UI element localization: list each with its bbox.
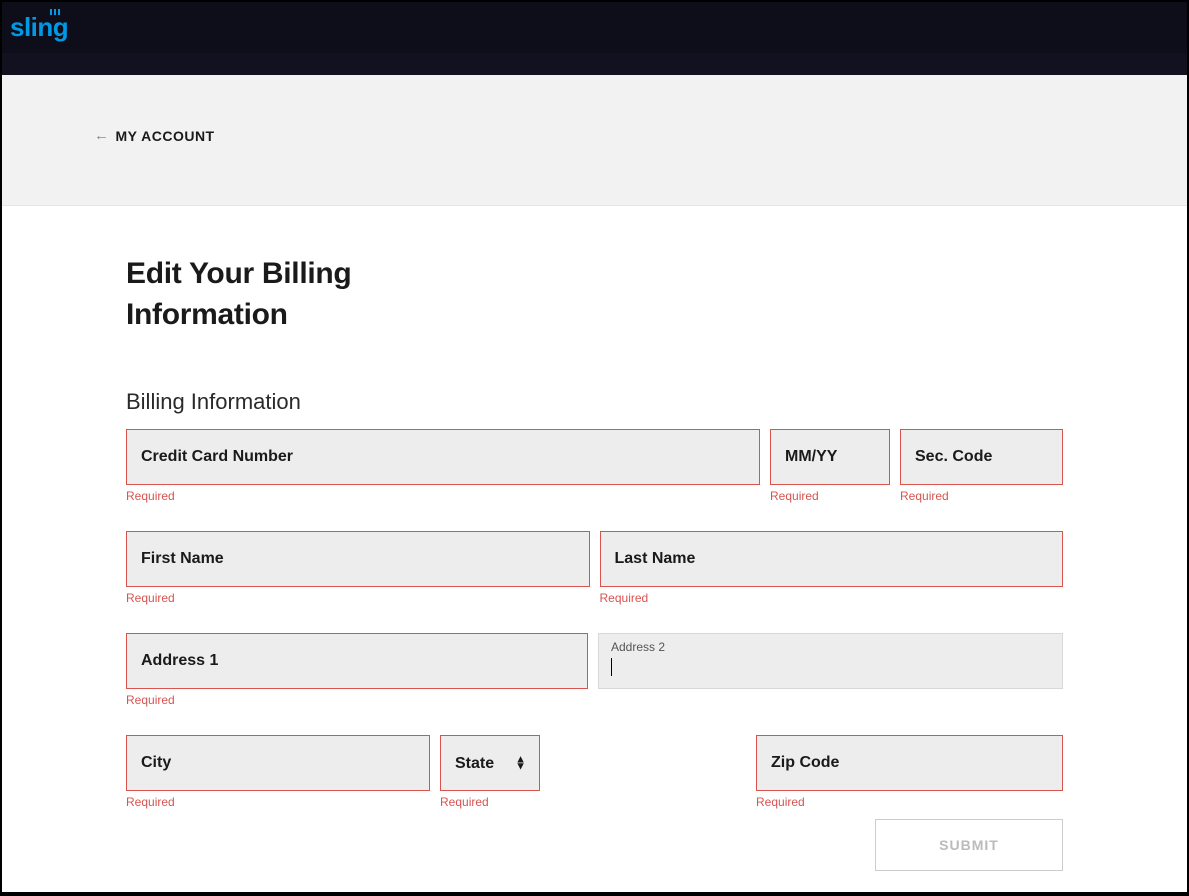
- fname-field-wrap: Required: [126, 531, 590, 587]
- addr1-error: Required: [126, 693, 175, 707]
- fname-error: Required: [126, 591, 175, 605]
- breadcrumb-label: MY ACCOUNT: [116, 128, 215, 144]
- addr2-field-wrap[interactable]: Address 2: [598, 633, 1063, 689]
- form-row-address: Required Address 2: [126, 633, 1063, 689]
- cc-input[interactable]: [126, 429, 760, 485]
- lname-error: Required: [600, 591, 649, 605]
- exp-input[interactable]: [770, 429, 890, 485]
- app-frame: sling ← MY ACCOUNT Edit Your Billing Inf…: [2, 2, 1187, 892]
- spacer: [550, 735, 746, 791]
- state-select[interactable]: State: [440, 735, 540, 791]
- addr1-field-wrap: Required: [126, 633, 588, 689]
- page-title: Edit Your Billing Information: [126, 254, 476, 335]
- form-row-city-state-zip: Required State ▲▼ Required Required: [126, 735, 1063, 791]
- zip-input[interactable]: [756, 735, 1063, 791]
- state-field-wrap: State ▲▼ Required: [440, 735, 540, 791]
- section-title: Billing Information: [126, 389, 1063, 415]
- fname-input[interactable]: [126, 531, 590, 587]
- form-row-card: Required Required Required: [126, 429, 1063, 485]
- sec-field-wrap: Required: [900, 429, 1063, 485]
- state-error: Required: [440, 795, 489, 809]
- lname-input[interactable]: [600, 531, 1064, 587]
- arrow-left-icon: ←: [94, 127, 110, 144]
- state-select-wrap: State ▲▼: [440, 735, 540, 791]
- sec-error: Required: [900, 489, 949, 503]
- form-row-name: Required Required: [126, 531, 1063, 587]
- addr1-input[interactable]: [126, 633, 588, 689]
- content: Edit Your Billing Information Billing In…: [2, 206, 1187, 891]
- top-bar: sling: [2, 2, 1187, 53]
- city-field-wrap: Required: [126, 735, 430, 791]
- city-error: Required: [126, 795, 175, 809]
- brand-logo[interactable]: sling: [10, 12, 68, 43]
- breadcrumb-back-link[interactable]: ← MY ACCOUNT: [94, 127, 215, 144]
- breadcrumb-area: ← MY ACCOUNT: [2, 75, 1187, 206]
- lname-field-wrap: Required: [600, 531, 1064, 587]
- submit-row: SUBMIT: [126, 819, 1063, 871]
- zip-field-wrap: Required: [756, 735, 1063, 791]
- submit-button[interactable]: SUBMIT: [875, 819, 1063, 871]
- addr2-label: Address 2: [611, 640, 1050, 654]
- cc-field-wrap: Required: [126, 429, 760, 485]
- sec-input[interactable]: [900, 429, 1063, 485]
- exp-field-wrap: Required: [770, 429, 890, 485]
- zip-error: Required: [756, 795, 805, 809]
- exp-error: Required: [770, 489, 819, 503]
- sub-nav-bar: [2, 53, 1187, 75]
- cc-error: Required: [126, 489, 175, 503]
- city-input[interactable]: [126, 735, 430, 791]
